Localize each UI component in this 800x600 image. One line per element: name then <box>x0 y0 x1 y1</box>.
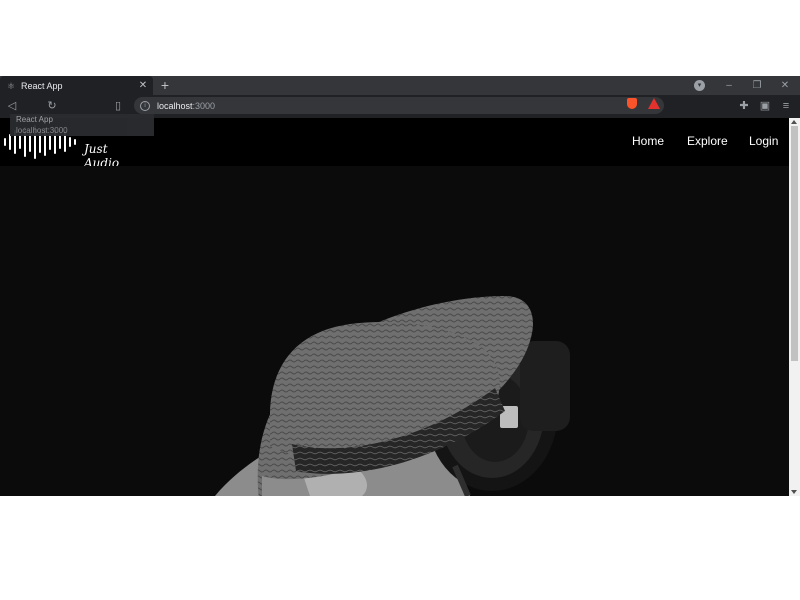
scroll-up-icon[interactable] <box>791 120 797 124</box>
page-viewport: Just Audio Home Explore Login <box>0 118 789 496</box>
url-port: :3000 <box>192 100 216 111</box>
menu-icon[interactable]: ≡ <box>778 98 794 114</box>
reload-icon[interactable]: ↻ <box>44 98 60 114</box>
tooltip-url: localhost:3000 <box>16 126 68 135</box>
hero-image <box>215 296 570 496</box>
hero-section <box>0 166 789 496</box>
tab-strip: ⚛ React App ✕ + ▾ – ❐ ✕ <box>0 76 800 95</box>
scroll-thumb[interactable] <box>791 126 798 361</box>
tab-hover-tooltip: React App localhost:3000 <box>10 114 154 136</box>
minimize-button[interactable]: – <box>715 76 743 95</box>
browser-window: ⚛ React App ✕ + ▾ – ❐ ✕ ◁ ↻ ▯ i localhos… <box>0 76 800 496</box>
tab-title: React App <box>21 80 63 91</box>
brave-shield-icon[interactable] <box>627 98 637 109</box>
brave-rewards-icon[interactable] <box>648 98 660 109</box>
scroll-down-icon[interactable] <box>791 490 797 494</box>
nav-home[interactable]: Home <box>632 134 664 148</box>
url-host: localhost <box>157 100 193 111</box>
tab-close-icon[interactable]: ✕ <box>137 80 149 91</box>
extensions-icon[interactable]: ✚ <box>736 98 752 114</box>
react-icon: ⚛ <box>6 80 16 91</box>
wallet-icon[interactable]: ▣ <box>757 98 773 114</box>
nav-login[interactable]: Login <box>749 134 778 148</box>
back-icon[interactable]: ◁ <box>4 98 20 114</box>
close-window-button[interactable]: ✕ <box>771 76 799 95</box>
new-tab-button[interactable]: + <box>157 77 173 93</box>
vertical-scrollbar[interactable] <box>789 118 800 496</box>
bookmark-icon[interactable]: ▯ <box>110 98 126 114</box>
maximize-button[interactable]: ❐ <box>743 76 771 95</box>
address-bar[interactable]: i localhost:3000 <box>134 97 664 114</box>
nav-explore[interactable]: Explore <box>687 134 728 148</box>
tooltip-title: React App <box>16 115 53 124</box>
info-icon[interactable]: i <box>140 100 150 111</box>
brave-menu-icon[interactable]: ▾ <box>694 80 705 91</box>
tab-react-app[interactable]: ⚛ React App ✕ <box>0 76 153 95</box>
